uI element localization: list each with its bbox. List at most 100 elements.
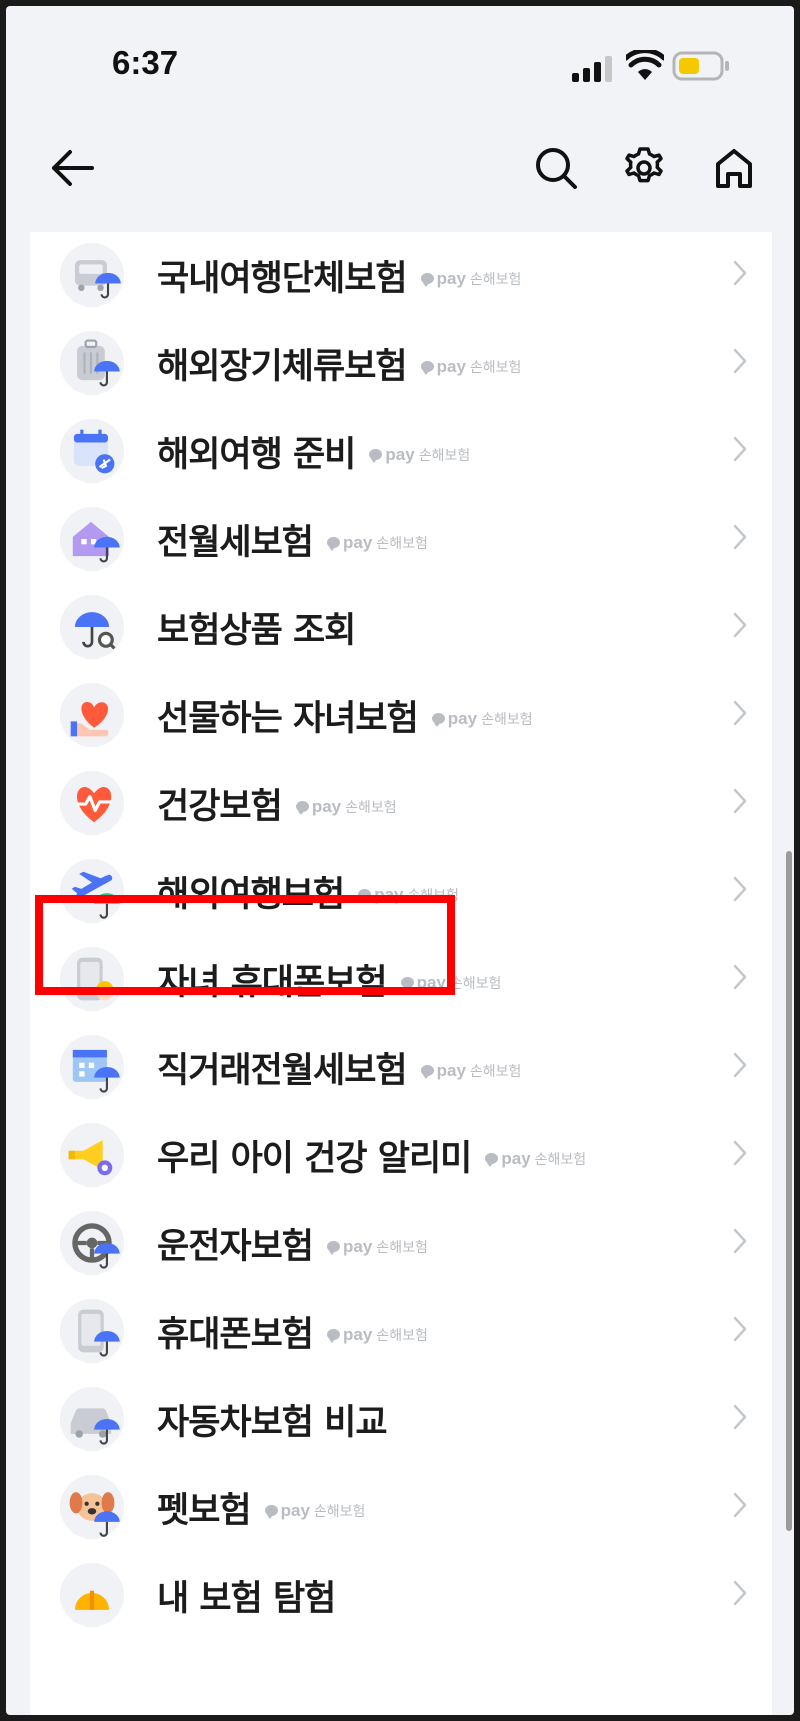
list-item-label: 우리 아이 건강 알리미: [157, 1139, 472, 1179]
list-item-label: 펫보험: [157, 1491, 252, 1531]
chat-bubble-icon: [420, 1065, 434, 1079]
badge-insurance: 손해보험: [481, 711, 533, 728]
list-item-label: 건강보험: [157, 787, 283, 827]
list-item[interactable]: 해외여행 준비 pay 손해보험: [30, 404, 772, 500]
list-item[interactable]: 자녀 휴대폰보험 pay 손해보험: [30, 932, 772, 1028]
megaphone-icon: [60, 1123, 124, 1187]
list-item[interactable]: 내 보험 탐험: [30, 1548, 772, 1644]
list-item-label: 해외장기체류보험: [157, 347, 408, 387]
search-icon[interactable]: [534, 146, 578, 190]
chevron-right-icon: [733, 964, 747, 990]
list-item[interactable]: 건강보험 pay 손해보험: [30, 756, 772, 852]
phone-umbrella-icon: [60, 1299, 124, 1363]
kakaopay-insurance-badge: pay 손해보험: [264, 1500, 365, 1521]
badge-pay: pay: [280, 1500, 310, 1520]
kakaopay-insurance-badge: pay 손해보험: [295, 797, 397, 817]
status-time: 6:37: [112, 44, 179, 81]
badge-pay: pay: [385, 444, 415, 464]
steering-wheel-icon: [60, 1211, 124, 1275]
list-item-label: 운전자보험: [157, 1227, 314, 1267]
insurance-list: 국내여행단체보험 pay 손해보험 해외장기체류보험 pay 손해보험 해외여행 준비 pa…: [30, 232, 772, 1715]
kakaopay-insurance-badge: pay 손해보험: [369, 445, 470, 465]
kakaopay-insurance-badge: pay 손해보험: [327, 1237, 428, 1257]
chevron-right-icon: [733, 524, 747, 550]
battery-icon: [672, 51, 729, 81]
badge-insurance: 손해보험: [376, 1239, 428, 1256]
chat-bubble-icon: [327, 1241, 341, 1255]
heartbeat-icon: [60, 771, 124, 835]
airplane-umbrella-icon: [60, 859, 124, 923]
chevron-right-icon: [733, 1052, 747, 1078]
list-item-label: 직거래전월세보험: [157, 1051, 408, 1091]
badge-insurance: 손해보험: [376, 535, 428, 552]
badge-insurance: 손해보험: [407, 887, 460, 904]
back-arrow-icon[interactable]: [48, 146, 96, 190]
chevron-right-icon: [733, 1404, 747, 1430]
badge-insurance: 손해보험: [449, 975, 502, 992]
list-item-label: 해외여행보험: [157, 875, 345, 915]
chevron-right-icon: [733, 436, 747, 462]
chat-bubble-icon: [327, 537, 341, 551]
house-umbrella-icon: [60, 507, 124, 571]
list-item[interactable]: 운전자보험 pay 손해보험: [30, 1196, 772, 1292]
list-item[interactable]: 보험상품 조회: [30, 580, 772, 676]
chat-bubble-icon: [264, 1505, 278, 1519]
badge-insurance: 손해보험: [469, 271, 522, 288]
luggage-umbrella-icon: [60, 331, 124, 395]
chevron-right-icon: [733, 260, 747, 286]
list-item[interactable]: 해외여행보험 pay 손해보험: [30, 844, 772, 940]
chevron-right-icon: [733, 1580, 747, 1606]
list-item[interactable]: 전월세보험 pay 손해보험: [30, 492, 772, 588]
list-item-label: 선물하는 자녀보험: [157, 699, 419, 739]
badge-pay: pay: [374, 884, 404, 904]
kakaopay-insurance-badge: pay 손해보험: [358, 885, 459, 905]
chat-bubble-icon: [295, 801, 309, 815]
signal-icon: [572, 56, 612, 82]
kakaopay-insurance-badge: pay 손해보험: [431, 709, 533, 729]
list-item[interactable]: 직거래전월세보험 pay 손해보험: [30, 1020, 772, 1116]
kakaopay-insurance-badge: pay 손해보험: [420, 356, 522, 377]
badge-pay: pay: [343, 532, 373, 552]
building-umbrella-icon: [60, 1035, 124, 1099]
chevron-right-icon: [733, 612, 747, 638]
list-item[interactable]: 자동차보험 비교: [30, 1372, 772, 1468]
home-icon[interactable]: [714, 146, 754, 190]
list-item[interactable]: 휴대폰보험 pay 손해보험: [30, 1284, 772, 1380]
badge-pay: pay: [436, 1060, 466, 1080]
heart-hand-icon: [60, 683, 124, 747]
chevron-right-icon: [733, 1316, 747, 1342]
badge-insurance: 손해보험: [418, 447, 471, 464]
chevron-right-icon: [733, 1140, 747, 1166]
chat-bubble-icon: [431, 713, 445, 727]
badge-insurance: 손해보험: [376, 1327, 428, 1344]
list-item[interactable]: 선물하는 자녀보험 pay 손해보험: [30, 668, 772, 764]
list-item[interactable]: 국내여행단체보험 pay 손해보험: [30, 228, 772, 324]
list-item-label: 자녀 휴대폰보험: [157, 963, 388, 1003]
chat-bubble-icon: [358, 889, 372, 903]
list-item[interactable]: 우리 아이 건강 알리미 pay 손해보험: [30, 1108, 772, 1204]
badge-pay: pay: [436, 356, 466, 376]
scrollbar[interactable]: [786, 851, 792, 1531]
list-item-label: 보험상품 조회: [157, 611, 356, 651]
bus-umbrella-icon: [60, 243, 124, 307]
nav-bar: [6, 136, 794, 216]
badge-insurance: 손해보험: [345, 799, 397, 816]
umbrella-search-icon: [60, 595, 124, 659]
badge-pay: pay: [343, 1236, 373, 1256]
badge-insurance: 손해보험: [469, 1063, 522, 1080]
chat-bubble-icon: [327, 1329, 341, 1343]
badge-pay: pay: [436, 268, 466, 288]
gear-icon[interactable]: [622, 146, 666, 190]
chat-bubble-icon: [400, 977, 414, 991]
wifi-icon: [626, 50, 664, 80]
list-item[interactable]: 해외장기체류보험 pay 손해보험: [30, 316, 772, 412]
list-item-label: 내 보험 탐험: [157, 1579, 336, 1619]
phone-screen: 6:37 국내여행단체보험 pay 손해보험 해외장기체류보험 pay 손해보험…: [6, 6, 794, 1715]
badge-insurance: 손해보험: [469, 359, 522, 376]
list-item-label: 자동차보험 비교: [157, 1403, 388, 1443]
list-item[interactable]: 펫보험 pay 손해보험: [30, 1460, 772, 1556]
dog-umbrella-icon: [60, 1475, 124, 1539]
list-item-label: 해외여행 준비: [157, 435, 356, 475]
status-bar: 6:37: [6, 6, 794, 116]
chevron-right-icon: [733, 876, 747, 902]
